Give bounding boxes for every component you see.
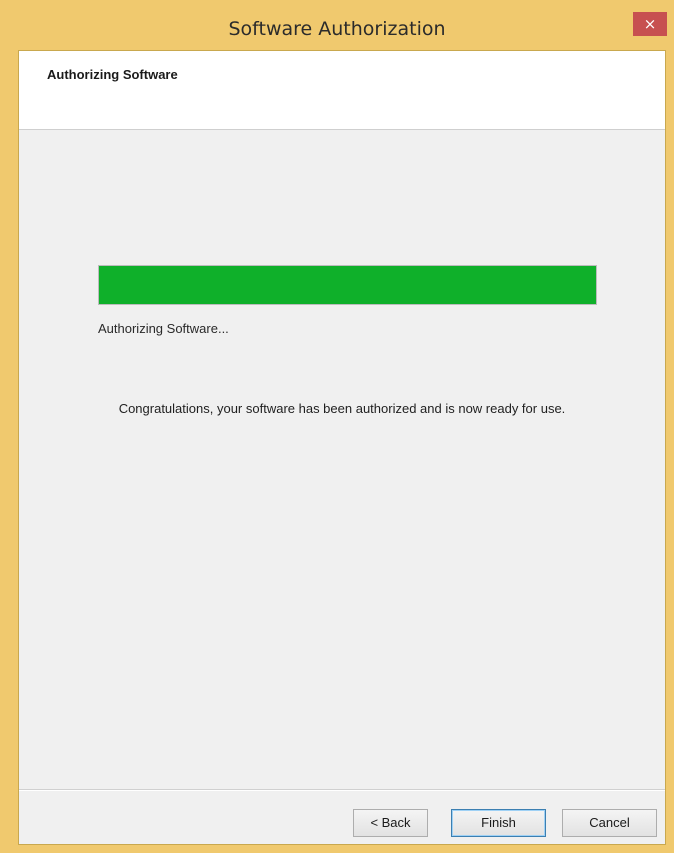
window-title: Software Authorization	[228, 18, 446, 40]
close-icon: ×	[643, 15, 657, 33]
back-button[interactable]: < Back	[353, 809, 428, 837]
progress-bar	[98, 265, 597, 305]
close-button[interactable]: ×	[633, 12, 667, 36]
title-bar: Software Authorization ×	[0, 0, 674, 46]
page-title: Authorizing Software	[47, 67, 178, 82]
cancel-button[interactable]: Cancel	[562, 809, 657, 837]
progress-bar-fill	[99, 266, 596, 304]
finish-button[interactable]: Finish	[451, 809, 546, 837]
footer-divider	[19, 789, 665, 791]
dialog-client-area: Authorizing Software Authorizing Softwar…	[18, 50, 666, 845]
software-authorization-window: Software Authorization × Authorizing Sof…	[0, 0, 674, 853]
status-message: Congratulations, your software has been …	[118, 401, 566, 416]
progress-label: Authorizing Software...	[98, 321, 229, 336]
header-panel: Authorizing Software	[19, 51, 665, 130]
